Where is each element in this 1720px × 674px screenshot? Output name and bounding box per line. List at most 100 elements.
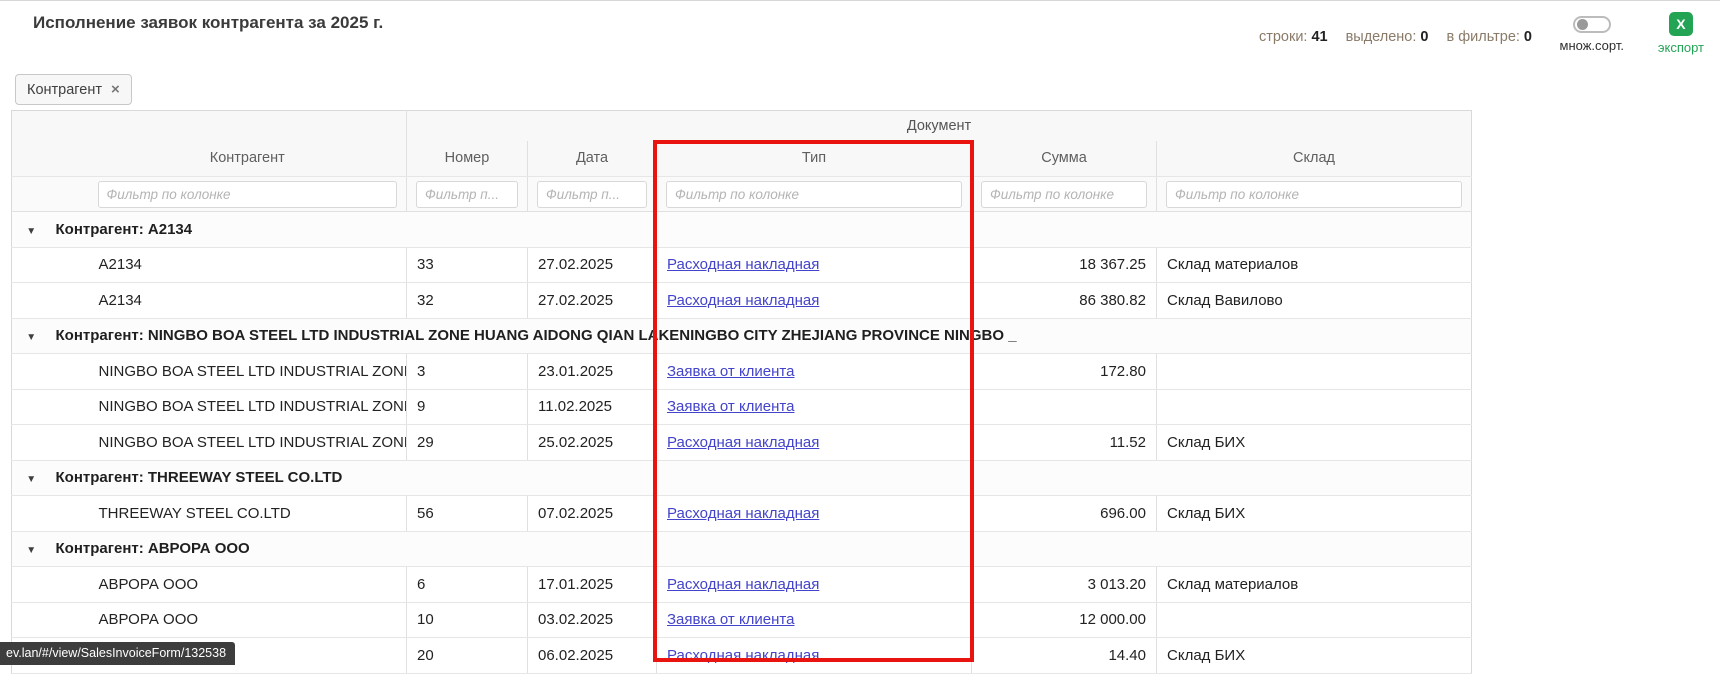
row-select-cell [51, 354, 89, 390]
warehouse-cell: Склад материалов [1157, 247, 1472, 283]
filter-input-contragent[interactable] [98, 181, 398, 208]
filter-empty-select [51, 177, 89, 212]
document-link[interactable]: Расходная накладная [667, 256, 819, 273]
doc-type-cell: Заявка от клиента [657, 602, 972, 638]
row-select-cell [51, 283, 89, 319]
group-row: ▼Контрагент: THREEWAY STEEL CO.LTD [12, 460, 1472, 496]
document-link[interactable]: Расходная накладная [667, 576, 819, 593]
amount-cell: 12 000.00 [972, 602, 1157, 638]
date-cell: 27.02.2025 [528, 283, 657, 319]
filter-chip-label: Контрагент [27, 82, 102, 98]
contragent-cell: А2134 [89, 247, 407, 283]
date-cell: 07.02.2025 [528, 496, 657, 532]
date-cell: 17.01.2025 [528, 567, 657, 603]
table-row[interactable]: АВРОРА ООО1003.02.2025Заявка от клиента1… [12, 602, 1472, 638]
amount-cell [972, 389, 1157, 425]
group-expand-cell[interactable]: ▼ [12, 531, 51, 567]
multisort-toggle[interactable] [1573, 16, 1611, 33]
active-filters-row: Контрагент × [15, 74, 132, 105]
document-link[interactable]: Расходная накладная [667, 292, 819, 309]
row-expand-cell [12, 283, 51, 319]
group-header-empty [12, 111, 407, 141]
filter-row [12, 177, 1472, 212]
filtered-count-label: в фильтре: [1446, 29, 1519, 45]
warehouse-cell: Склад материалов [1157, 567, 1472, 603]
amount-cell: 172.80 [972, 354, 1157, 390]
warehouse-cell [1157, 354, 1472, 390]
doc-type-cell: Заявка от клиента [657, 354, 972, 390]
group-header-document: Документ [407, 111, 1472, 141]
filter-cell-date [528, 177, 657, 212]
number-cell: 29 [407, 425, 528, 461]
header-contragent[interactable]: Контрагент [89, 141, 407, 177]
chip-close-icon[interactable]: × [111, 82, 120, 97]
filter-chip-contragent[interactable]: Контрагент × [15, 74, 132, 105]
group-expand-cell[interactable]: ▼ [12, 460, 51, 496]
filter-cell-type [657, 177, 972, 212]
header-select-col [51, 141, 89, 177]
filter-cell-warehouse [1157, 177, 1472, 212]
filter-input-amount[interactable] [981, 181, 1147, 208]
filter-cell-number [407, 177, 528, 212]
collapse-triangle-icon[interactable]: ▼ [26, 226, 36, 237]
column-group-header-row: Документ [12, 111, 1472, 141]
warehouse-cell [1157, 389, 1472, 425]
table-row[interactable]: АВРОРА ООО617.01.2025Расходная накладная… [12, 567, 1472, 603]
header-number[interactable]: Номер [407, 141, 528, 177]
filter-input-number[interactable] [416, 181, 518, 208]
document-link[interactable]: Расходная накладная [667, 434, 819, 451]
filter-input-warehouse[interactable] [1166, 181, 1462, 208]
row-select-cell [51, 247, 89, 283]
row-expand-cell [12, 567, 51, 603]
header-type[interactable]: Тип [657, 141, 972, 177]
document-link[interactable]: Заявка от клиента [667, 611, 794, 628]
status-bar-link-preview: ev.lan/#/view/SalesInvoiceForm/132538 [0, 642, 235, 665]
page-title: Исполнение заявок контрагента за 2025 г. [33, 13, 383, 33]
data-grid: Документ Контрагент Номер Дата Тип Сумма… [11, 110, 1471, 674]
doc-type-cell: Расходная накладная [657, 283, 972, 319]
doc-type-cell: Расходная накладная [657, 567, 972, 603]
document-link[interactable]: Расходная накладная [667, 505, 819, 522]
collapse-triangle-icon[interactable]: ▼ [26, 332, 36, 343]
collapse-triangle-icon[interactable]: ▼ [26, 474, 36, 485]
date-cell: 27.02.2025 [528, 247, 657, 283]
header-date[interactable]: Дата [528, 141, 657, 177]
filter-input-date[interactable] [537, 181, 647, 208]
export-button[interactable]: X экспорт [1658, 12, 1704, 55]
filtered-count-value: 0 [1524, 29, 1532, 45]
row-select-cell [51, 567, 89, 603]
doc-type-cell: Заявка от клиента [657, 389, 972, 425]
table-row[interactable]: NINGBO BOA STEEL LTD INDUSTRIAL ZONE HUA… [12, 389, 1472, 425]
excel-icon[interactable]: X [1669, 12, 1693, 36]
filter-input-type[interactable] [666, 181, 962, 208]
doc-type-cell: Расходная накладная [657, 425, 972, 461]
group-expand-cell[interactable]: ▼ [12, 212, 51, 248]
contragent-cell: NINGBO BOA STEEL LTD INDUSTRIAL ZONE HUA… [89, 389, 407, 425]
header-amount[interactable]: Сумма [972, 141, 1157, 177]
table-row[interactable]: NINGBO BOA STEEL LTD INDUSTRIAL ZONE HUA… [12, 354, 1472, 390]
warehouse-cell: Склад БИХ [1157, 496, 1472, 532]
multisort-control: множ.сорт. [1560, 16, 1624, 53]
warehouse-cell: Склад БИХ [1157, 638, 1472, 674]
header-expand-col [12, 141, 51, 177]
document-link[interactable]: Расходная накладная [667, 647, 819, 664]
table-row[interactable]: А21343227.02.2025Расходная накладная86 3… [12, 283, 1472, 319]
group-expand-cell[interactable]: ▼ [12, 318, 51, 354]
multisort-label: множ.сорт. [1560, 38, 1624, 53]
excel-icon-letter: X [1676, 16, 1685, 32]
table-row[interactable]: NINGBO BOA STEEL LTD INDUSTRIAL ZONE HUA… [12, 425, 1472, 461]
header-warehouse[interactable]: Склад [1157, 141, 1472, 177]
amount-cell: 86 380.82 [972, 283, 1157, 319]
export-label: экспорт [1658, 40, 1704, 55]
table-row[interactable]: THREEWAY STEEL CO.LTD5607.02.2025Расходн… [12, 496, 1472, 532]
amount-cell: 18 367.25 [972, 247, 1157, 283]
row-select-cell [51, 425, 89, 461]
table-row[interactable]: А21343327.02.2025Расходная накладная18 3… [12, 247, 1472, 283]
number-cell: 3 [407, 354, 528, 390]
date-cell: 23.01.2025 [528, 354, 657, 390]
document-link[interactable]: Заявка от клиента [667, 398, 794, 415]
collapse-triangle-icon[interactable]: ▼ [26, 545, 36, 556]
contragent-cell: THREEWAY STEEL CO.LTD [89, 496, 407, 532]
document-link[interactable]: Заявка от клиента [667, 363, 794, 380]
row-select-cell [51, 602, 89, 638]
